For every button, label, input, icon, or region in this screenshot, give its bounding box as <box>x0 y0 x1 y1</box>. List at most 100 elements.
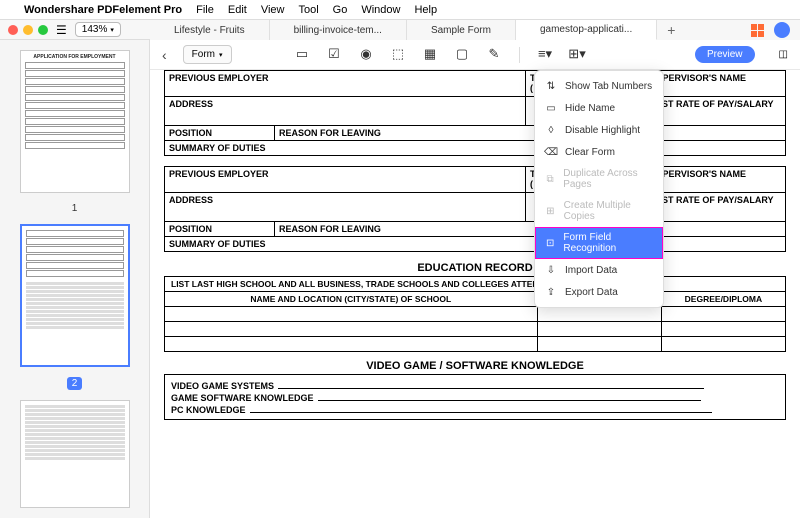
vg-systems-field[interactable] <box>278 379 704 389</box>
copies-icon: ⊞ <box>545 205 556 217</box>
field-address[interactable]: ADDRESS <box>165 193 526 222</box>
edu-cell[interactable] <box>661 337 785 352</box>
edu-cell[interactable] <box>661 322 785 337</box>
close-window[interactable] <box>8 25 18 35</box>
menu-form-field-recognition[interactable]: ⊡Form Field Recognition <box>535 227 663 259</box>
education-table: LIST LAST HIGH SCHOOL AND ALL BUSINESS, … <box>164 276 786 352</box>
vg-systems-label: VIDEO GAME SYSTEMS <box>171 381 274 391</box>
more-tools-dropdown[interactable]: ⊞▾ <box>570 47 584 61</box>
field-position[interactable]: POSITION <box>165 126 275 141</box>
back-button[interactable]: ‹ <box>162 47 167 63</box>
thumbnail-sidebar: APPLICATION FOR EMPLOYMENT 1 2 <box>0 40 150 518</box>
clear-icon: ⌫ <box>545 146 557 158</box>
page-thumbnail-3[interactable] <box>20 400 130 508</box>
tab-icon: ⇅ <box>545 80 557 92</box>
videogame-title: VIDEO GAME / SOFTWARE KNOWLEDGE <box>164 360 786 372</box>
menu-create-copies: ⊞Create Multiple Copies <box>535 195 663 227</box>
menu-view[interactable]: View <box>261 4 285 16</box>
tab-sample[interactable]: Sample Form <box>407 20 516 40</box>
divider <box>519 47 520 63</box>
menu-disable-highlight[interactable]: ◊Disable Highlight <box>535 119 663 141</box>
menu-export-data[interactable]: ⇪Export Data <box>535 281 663 303</box>
field-position[interactable]: POSITION <box>165 222 275 237</box>
duplicate-icon: ⧉ <box>545 173 555 185</box>
tab-gamestop[interactable]: gamestop-applicati... <box>516 20 657 40</box>
menubar: Wondershare PDFelement Pro File Edit Vie… <box>0 0 800 20</box>
button-icon[interactable]: ▢ <box>455 47 469 61</box>
user-avatar[interactable] <box>774 22 790 38</box>
field-rate[interactable]: LAST RATE OF PAY/SALARY <box>646 193 786 222</box>
signature-icon[interactable]: ✎ <box>487 47 501 61</box>
edu-cell[interactable] <box>165 322 538 337</box>
name-icon: ▭ <box>545 102 557 114</box>
menu-hide-name[interactable]: ▭Hide Name <box>535 97 663 119</box>
recognition-icon: ⊡ <box>545 237 555 249</box>
tab-lifestyle[interactable]: Lifestyle - Fruits <box>150 20 270 40</box>
edu-cell[interactable] <box>661 307 785 322</box>
field-address[interactable]: ADDRESS <box>165 97 526 126</box>
toolbar: ‹ Form ▾ ▭ ☑ ◉ ⬚ ▦ ▢ ✎ ≡▾ ⊞▾ Preview ◫ <box>150 40 800 70</box>
new-tab-button[interactable]: + <box>657 22 685 38</box>
document-view[interactable]: PREVIOUS EMPLOYER TELEPHONE( SUPERVISOR'… <box>150 70 800 518</box>
zoom-control[interactable]: 143% ▾ <box>75 22 121 37</box>
employment-block-1: PREVIOUS EMPLOYER TELEPHONE( SUPERVISOR'… <box>164 70 786 156</box>
videogame-block: VIDEO GAME SYSTEMS GAME SOFTWARE KNOWLED… <box>164 374 786 420</box>
vg-pc-label: PC KNOWLEDGE <box>171 405 246 415</box>
edu-cell[interactable] <box>537 307 661 322</box>
form-label: Form <box>192 49 215 60</box>
maximize-window[interactable] <box>38 25 48 35</box>
field-supervisor[interactable]: SUPERVISOR'S NAME <box>646 71 786 97</box>
field-reason[interactable]: REASON FOR LEAVING <box>275 126 786 141</box>
tab-strip: Lifestyle - Fruits billing-invoice-tem..… <box>150 20 800 40</box>
textfield-icon[interactable]: ▭ <box>295 47 309 61</box>
panel-toggle-icon[interactable]: ◫ <box>779 49 788 60</box>
page-thumbnail-1[interactable]: APPLICATION FOR EMPLOYMENT <box>20 50 130 193</box>
field-rate[interactable]: LAST RATE OF PAY/SALARY <box>646 97 786 126</box>
combobox-icon[interactable]: ⬚ <box>391 47 405 61</box>
menu-clear-form[interactable]: ⌫Clear Form <box>535 141 663 163</box>
radio-icon[interactable]: ◉ <box>359 47 373 61</box>
checkbox-icon[interactable]: ☑ <box>327 47 341 61</box>
page-thumbnail-2[interactable] <box>20 224 130 367</box>
menu-duplicate-pages: ⧉Duplicate Across Pages <box>535 163 663 195</box>
field-duties[interactable]: SUMMARY OF DUTIES <box>165 141 786 156</box>
thumb-title: APPLICATION FOR EMPLOYMENT <box>25 55 125 60</box>
menu-show-tab-numbers[interactable]: ⇅Show Tab Numbers <box>535 75 663 97</box>
vg-pc-field[interactable] <box>250 403 712 413</box>
minimize-window[interactable] <box>23 25 33 35</box>
zoom-value: 143% <box>82 24 108 35</box>
field-prev-employer[interactable]: PREVIOUS EMPLOYER <box>165 71 526 97</box>
menu-import-data[interactable]: ⇩Import Data <box>535 259 663 281</box>
menu-go[interactable]: Go <box>333 4 348 16</box>
vg-software-field[interactable] <box>318 391 701 401</box>
app-name[interactable]: Wondershare PDFelement Pro <box>24 4 182 16</box>
field-prev-employer[interactable]: PREVIOUS EMPLOYER <box>165 167 526 193</box>
edu-cell[interactable] <box>165 337 538 352</box>
menu-edit[interactable]: Edit <box>228 4 247 16</box>
field-supervisor[interactable]: SUPERVISOR'S NAME <box>646 167 786 193</box>
edu-cell[interactable] <box>537 322 661 337</box>
edu-col-name: NAME AND LOCATION (CITY/STATE) OF SCHOOL <box>165 292 538 307</box>
edu-cell[interactable] <box>165 307 538 322</box>
employment-block-2: PREVIOUS EMPLOYER TELEPHONE( SUPERVISOR'… <box>164 166 786 252</box>
menu-file[interactable]: File <box>196 4 214 16</box>
vg-software-label: GAME SOFTWARE KNOWLEDGE <box>171 393 314 403</box>
listbox-icon[interactable]: ▦ <box>423 47 437 61</box>
apps-grid-icon[interactable] <box>751 24 764 37</box>
import-icon: ⇩ <box>545 264 557 276</box>
tab-billing[interactable]: billing-invoice-tem... <box>270 20 407 40</box>
highlight-icon: ◊ <box>545 124 557 136</box>
page-number-1: 1 <box>72 203 78 214</box>
form-tools-dropdown: ⇅Show Tab Numbers ▭Hide Name ◊Disable Hi… <box>534 70 664 308</box>
edu-cell[interactable] <box>537 337 661 352</box>
menu-tool[interactable]: Tool <box>298 4 318 16</box>
align-dropdown-icon[interactable]: ≡▾ <box>538 47 552 61</box>
field-reason[interactable]: REASON FOR LEAVING <box>275 222 786 237</box>
field-duties[interactable]: SUMMARY OF DUTIES <box>165 237 786 252</box>
sidebar-toggle-icon[interactable]: ☰ <box>56 23 67 37</box>
menu-window[interactable]: Window <box>361 4 400 16</box>
form-mode-dropdown[interactable]: Form ▾ <box>183 45 232 64</box>
menu-help[interactable]: Help <box>414 4 437 16</box>
edu-col-degree: DEGREE/DIPLOMA <box>661 292 785 307</box>
preview-button[interactable]: Preview <box>695 46 755 63</box>
